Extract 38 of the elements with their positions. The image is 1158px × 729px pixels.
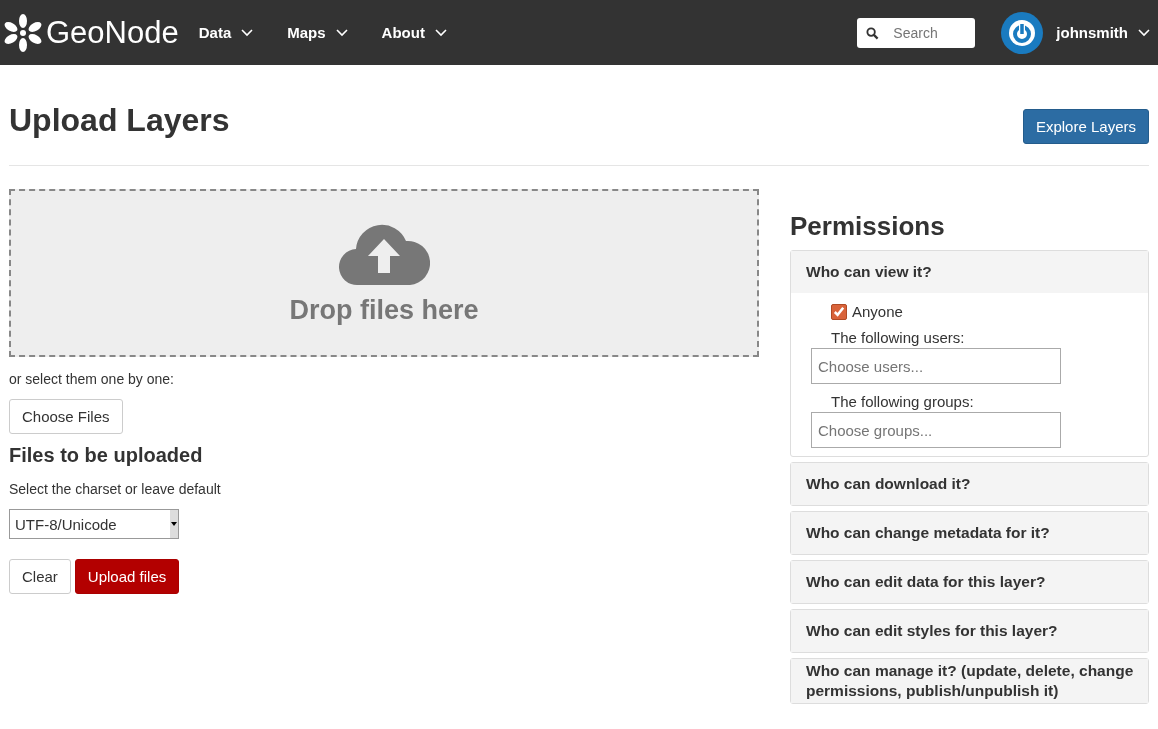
search-icon xyxy=(866,26,880,40)
chevron-down-icon xyxy=(335,28,348,37)
nav-menu[interactable]: Maps xyxy=(287,24,348,41)
flower-logo-icon xyxy=(3,12,43,53)
panel-header[interactable]: Who can view it? xyxy=(791,251,1148,293)
panel-header[interactable]: Who can edit data for this layer? xyxy=(791,561,1148,603)
drop-files-text: Drop files here xyxy=(289,294,479,326)
anyone-label: Anyone xyxy=(852,303,903,320)
clear-button[interactable]: Clear xyxy=(9,559,71,594)
chevron-down-icon xyxy=(434,28,447,37)
panel-header[interactable]: Who can download it? xyxy=(791,463,1148,505)
upload-files-button[interactable]: Upload files xyxy=(74,559,180,594)
dropdown-arrow-icon xyxy=(171,522,177,526)
checkbox[interactable] xyxy=(831,303,847,320)
panel-header[interactable]: Who can change metadata for it? xyxy=(791,512,1148,554)
charset-select[interactable]: UTF-8/Unicode xyxy=(9,509,179,539)
users-label: The following users: xyxy=(831,329,966,346)
brand-logo[interactable]: GeoNode xyxy=(3,12,179,53)
page-title: Upload Layers xyxy=(9,101,230,139)
panel-header[interactable]: Who can edit styles for this layer? xyxy=(791,610,1148,652)
users-field[interactable]: Choose users... xyxy=(811,348,1061,384)
nav-menu[interactable]: About xyxy=(381,24,447,41)
search-field[interactable]: Search xyxy=(857,17,976,48)
explore-layers-button[interactable]: Explore Layers xyxy=(1022,108,1149,144)
chevron-down-icon xyxy=(241,28,254,37)
avatar-icon[interactable] xyxy=(1001,11,1044,54)
drop-zone[interactable]: Drop files here xyxy=(9,189,759,357)
files-heading: Files to be uploaded xyxy=(9,444,204,467)
user-menu[interactable]: johnsmith xyxy=(1056,24,1150,41)
groups-label: The following groups: xyxy=(831,393,975,410)
charset-label: Select the charset or leave default xyxy=(9,481,222,497)
permissions-title: Permissions xyxy=(790,211,946,242)
select-hint: or select them one by one: xyxy=(9,371,175,387)
nav-menu[interactable]: Data xyxy=(198,24,254,41)
groups-field[interactable]: Choose groups... xyxy=(811,412,1061,448)
panel-header[interactable]: Who can manage it? (update, delete, change permissions, publish/unpublish it) xyxy=(791,659,1148,703)
chevron-down-icon xyxy=(1138,28,1150,37)
choose-files-button[interactable]: Choose Files xyxy=(9,399,123,434)
